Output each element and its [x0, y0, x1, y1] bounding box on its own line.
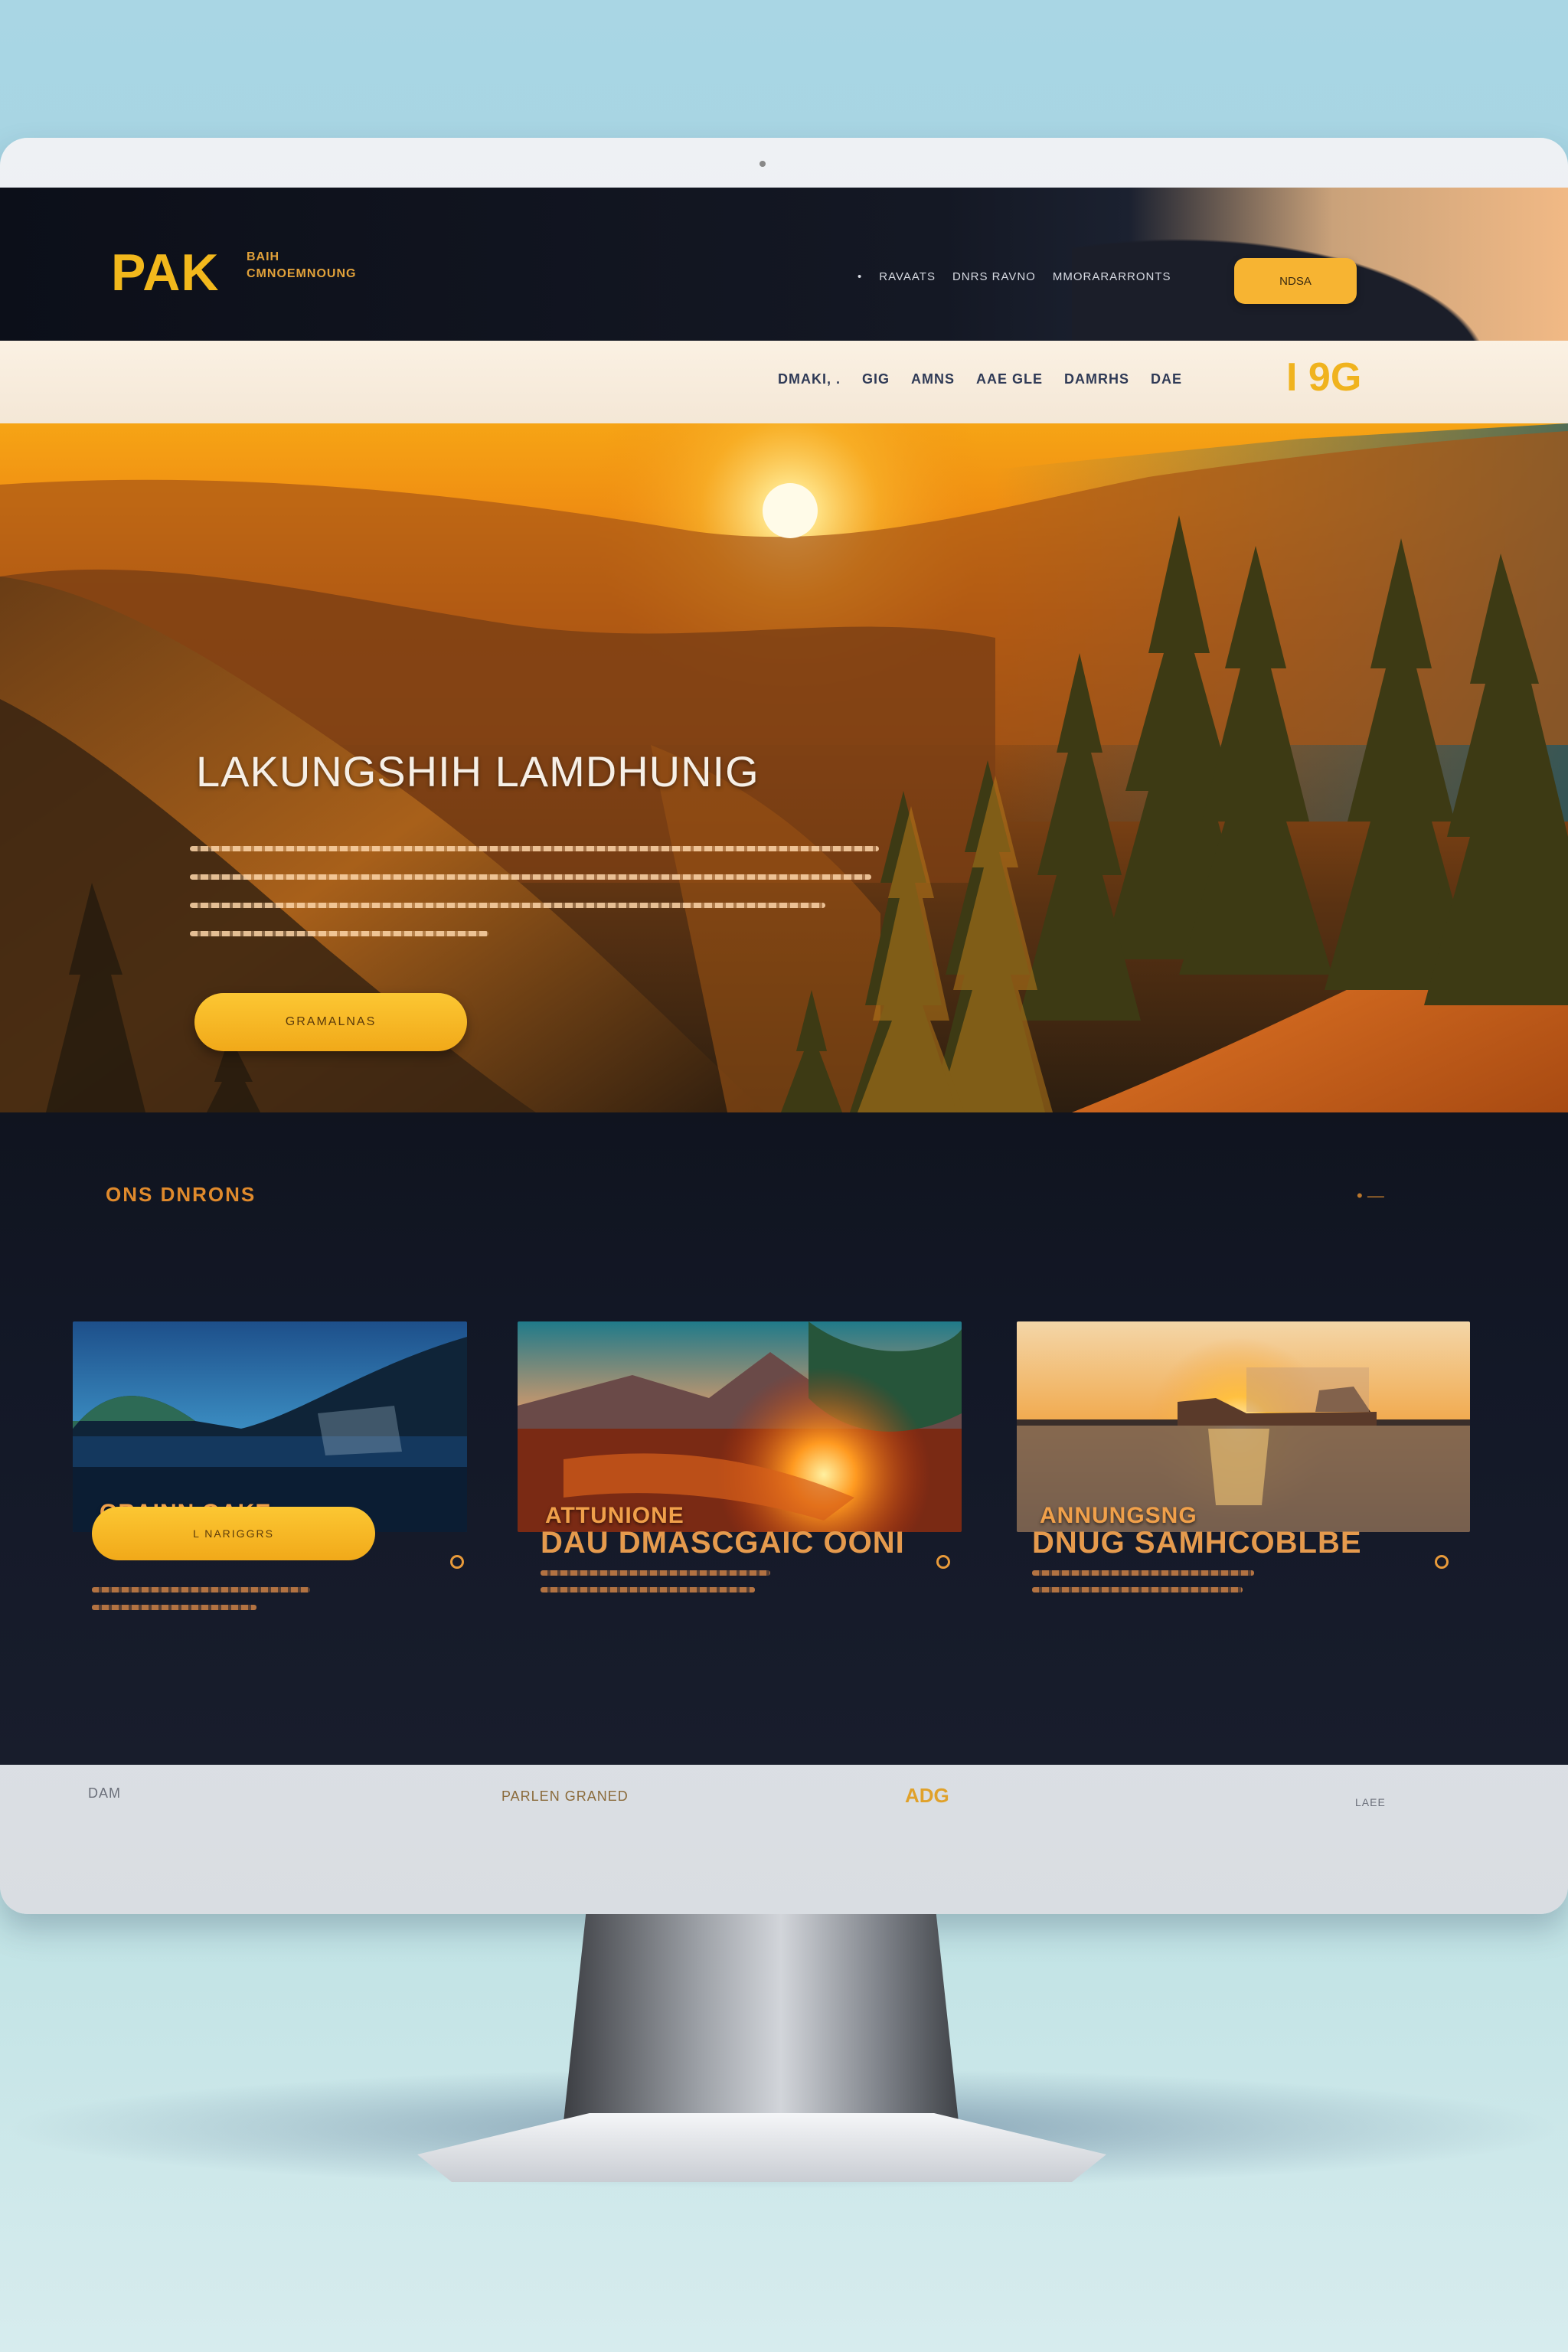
- secondary-nav-item[interactable]: DAMRHS: [1064, 371, 1129, 387]
- section-link[interactable]: • —: [1357, 1186, 1384, 1206]
- top-nav: • RAVAATS DNRS RAVNO MMORARARRONTS: [858, 270, 1171, 283]
- section-title: ONS DNRONS: [106, 1183, 256, 1206]
- featured-section: ONS DNRONS • — GRAINN OAKE: [0, 1112, 1568, 1765]
- secondary-nav-item[interactable]: DMAKI, .: [778, 371, 841, 387]
- hero-text-line: [190, 874, 871, 880]
- hero-text-line: [190, 931, 488, 936]
- card-image-volcano[interactable]: [518, 1321, 962, 1532]
- hero-text-line: [190, 903, 825, 908]
- secondary-nav-bar: DMAKI, . GIG AMNS AAE GLE DAMRHS DAE I 9…: [0, 341, 1568, 423]
- secondary-nav-item[interactable]: GIG: [862, 371, 890, 387]
- monitor-stand-neck: [562, 1914, 960, 2136]
- header-cta-button[interactable]: NDSA: [1234, 258, 1357, 304]
- card-text-line: [92, 1587, 310, 1592]
- circle-icon[interactable]: [1435, 1555, 1449, 1569]
- card-text-line: [1032, 1587, 1243, 1592]
- card-text-line: [541, 1570, 770, 1576]
- top-nav-item[interactable]: •: [858, 270, 862, 283]
- sunset-pier-image: [1017, 1321, 1470, 1532]
- footer-accent-text[interactable]: ADG: [905, 1784, 949, 1808]
- secondary-nav-links: DMAKI, . GIG AMNS AAE GLE DAMRHS DAE: [778, 371, 1182, 387]
- card-image-sunset-pier[interactable]: [1017, 1321, 1470, 1532]
- hero-description: [190, 846, 879, 959]
- card-text-line: [1032, 1570, 1254, 1576]
- top-nav-item[interactable]: DNRS RAVNO: [952, 270, 1036, 283]
- hero-text-line: [190, 846, 879, 851]
- secondary-nav-item[interactable]: AAE GLE: [976, 371, 1043, 387]
- webcam-icon: [760, 161, 766, 167]
- circle-icon[interactable]: [936, 1555, 950, 1569]
- top-nav-item[interactable]: MMORARARRONTS: [1053, 270, 1171, 283]
- secondary-nav-item[interactable]: AMNS: [911, 371, 955, 387]
- hero-cta-button[interactable]: GRAMALNAS: [194, 993, 467, 1051]
- website-screen: PAK BAIH CMNOEMNOUNG • RAVAATS DNRS RAVN…: [0, 188, 1568, 1765]
- top-header: PAK BAIH CMNOEMNOUNG • RAVAATS DNRS RAVN…: [0, 188, 1568, 341]
- secondary-nav-badge[interactable]: I 9G: [1286, 354, 1361, 400]
- hero-banner: LAKUNGSHIH LAMDHUNIG GRAMALNAS: [0, 423, 1568, 1112]
- volcano-image: [518, 1321, 962, 1532]
- hero-title: LAKUNGSHIH LAMDHUNIG: [196, 747, 760, 795]
- card-caption: ATTUNIONE: [545, 1503, 684, 1528]
- site-logo-subtitle: BAIH CMNOEMNOUNG: [247, 250, 357, 280]
- card-text-line: [92, 1605, 256, 1610]
- footer-left-text[interactable]: DAM: [88, 1785, 121, 1802]
- card-button[interactable]: L NARIGGRS: [92, 1507, 375, 1560]
- top-nav-item[interactable]: RAVAATS: [879, 270, 936, 283]
- secondary-nav-item[interactable]: DAE: [1151, 371, 1182, 387]
- circle-icon[interactable]: [450, 1555, 464, 1569]
- card-text-line: [541, 1587, 755, 1592]
- card-caption: ANNUNGSNG: [1040, 1503, 1197, 1528]
- card-heading: DNUG SAMHCOBLBE: [1032, 1526, 1362, 1560]
- footer-right-text[interactable]: LAEE: [1355, 1796, 1386, 1808]
- footer-center-text[interactable]: PARLEN GRANED: [501, 1788, 629, 1805]
- site-logo[interactable]: PAK: [111, 243, 220, 302]
- card-heading: DAU DMASCGAIC OONI: [541, 1526, 905, 1560]
